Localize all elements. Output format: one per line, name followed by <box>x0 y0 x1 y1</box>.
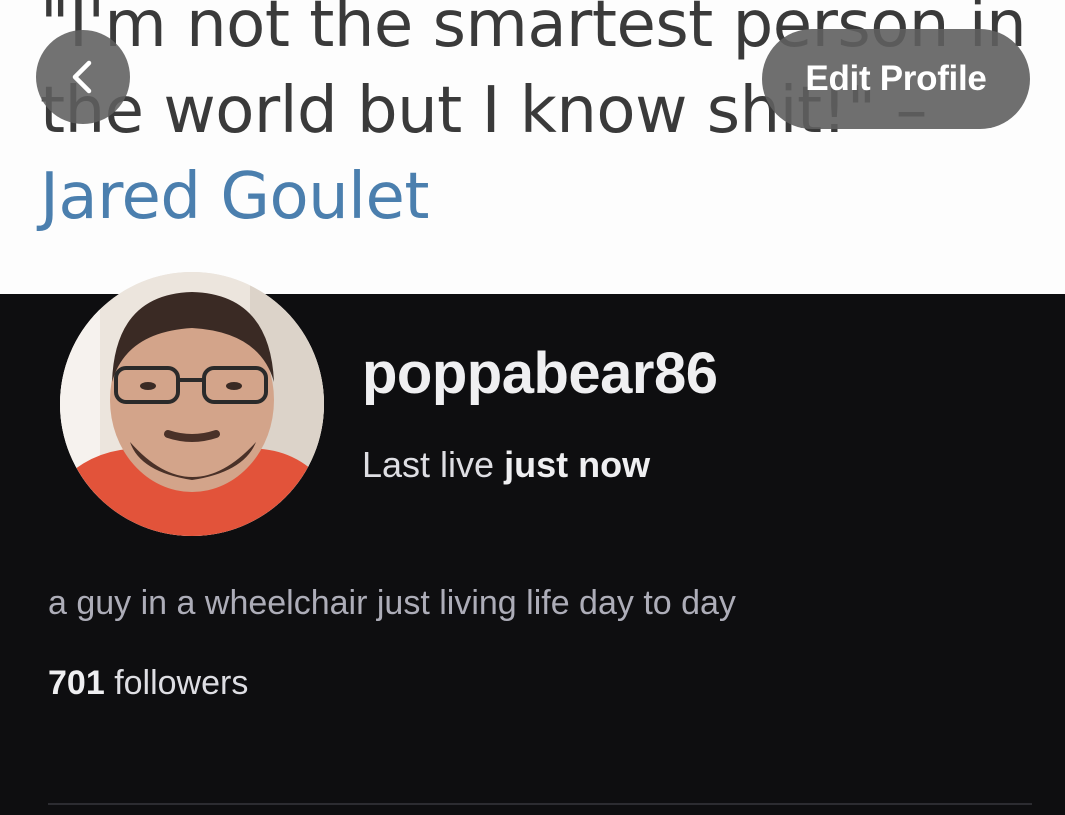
avatar[interactable] <box>60 272 324 536</box>
back-button[interactable] <box>36 30 130 124</box>
followers-count: 701 <box>48 664 105 702</box>
section-divider <box>48 803 1032 805</box>
banner-quote-author: Jared Goulet <box>40 160 429 234</box>
followers-stat[interactable]: 701 followers <box>48 664 248 703</box>
last-live-value: just now <box>504 444 651 485</box>
followers-label: followers <box>114 664 249 702</box>
avatar-photo <box>60 272 324 536</box>
username: poppabear86 <box>362 341 718 406</box>
chevron-left-icon <box>72 60 92 94</box>
edit-profile-button[interactable]: Edit Profile <box>762 29 1030 129</box>
last-live-status: Last live just now <box>362 444 650 486</box>
profile-bio: a guy in a wheelchair just living life d… <box>48 584 736 622</box>
last-live-prefix: Last live <box>362 444 495 485</box>
